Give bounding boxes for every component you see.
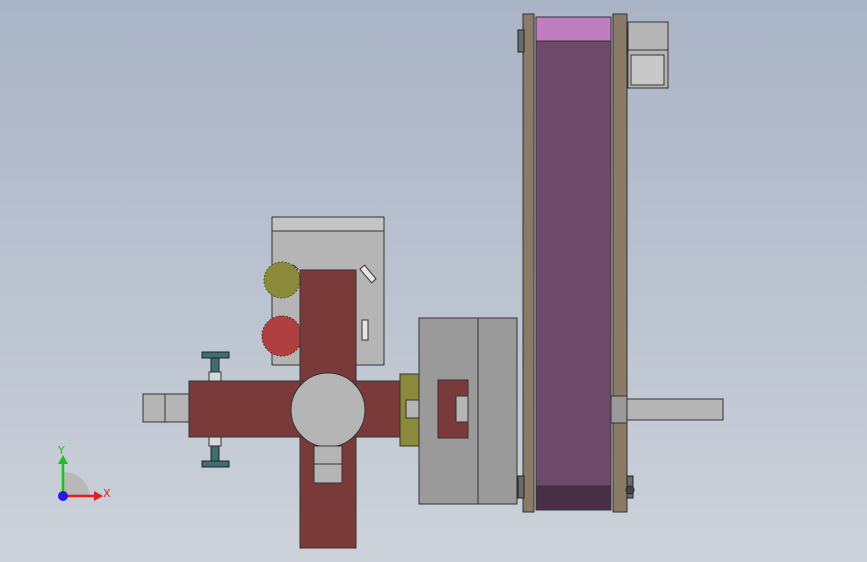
central-hub: [290, 372, 366, 448]
belt-top-roller: [535, 16, 612, 42]
belt-rail-right: [612, 13, 628, 513]
right-shaft: [626, 398, 724, 421]
left-shaft: [142, 393, 192, 423]
motor-block: [418, 317, 518, 505]
axis-z-origin: [58, 491, 68, 501]
upper-tension-knob: [201, 351, 230, 382]
drive-gear-lower: [261, 315, 303, 357]
axis-x-arrow: [94, 491, 103, 501]
axis-x-label: X: [103, 487, 111, 500]
sanding-belt: [535, 39, 612, 489]
cad-viewport[interactable]: Y X: [0, 0, 867, 562]
assembly-drawing: Y X: [57, 13, 724, 549]
axis-triad: Y X: [57, 444, 111, 501]
belt-bottom-roller: [535, 485, 612, 511]
belt-rail-left: [522, 13, 535, 513]
switch-box: [627, 21, 669, 89]
axis-y-label: Y: [57, 444, 65, 457]
lower-tension-knob: [201, 436, 230, 468]
drive-gear-upper: [263, 261, 301, 299]
